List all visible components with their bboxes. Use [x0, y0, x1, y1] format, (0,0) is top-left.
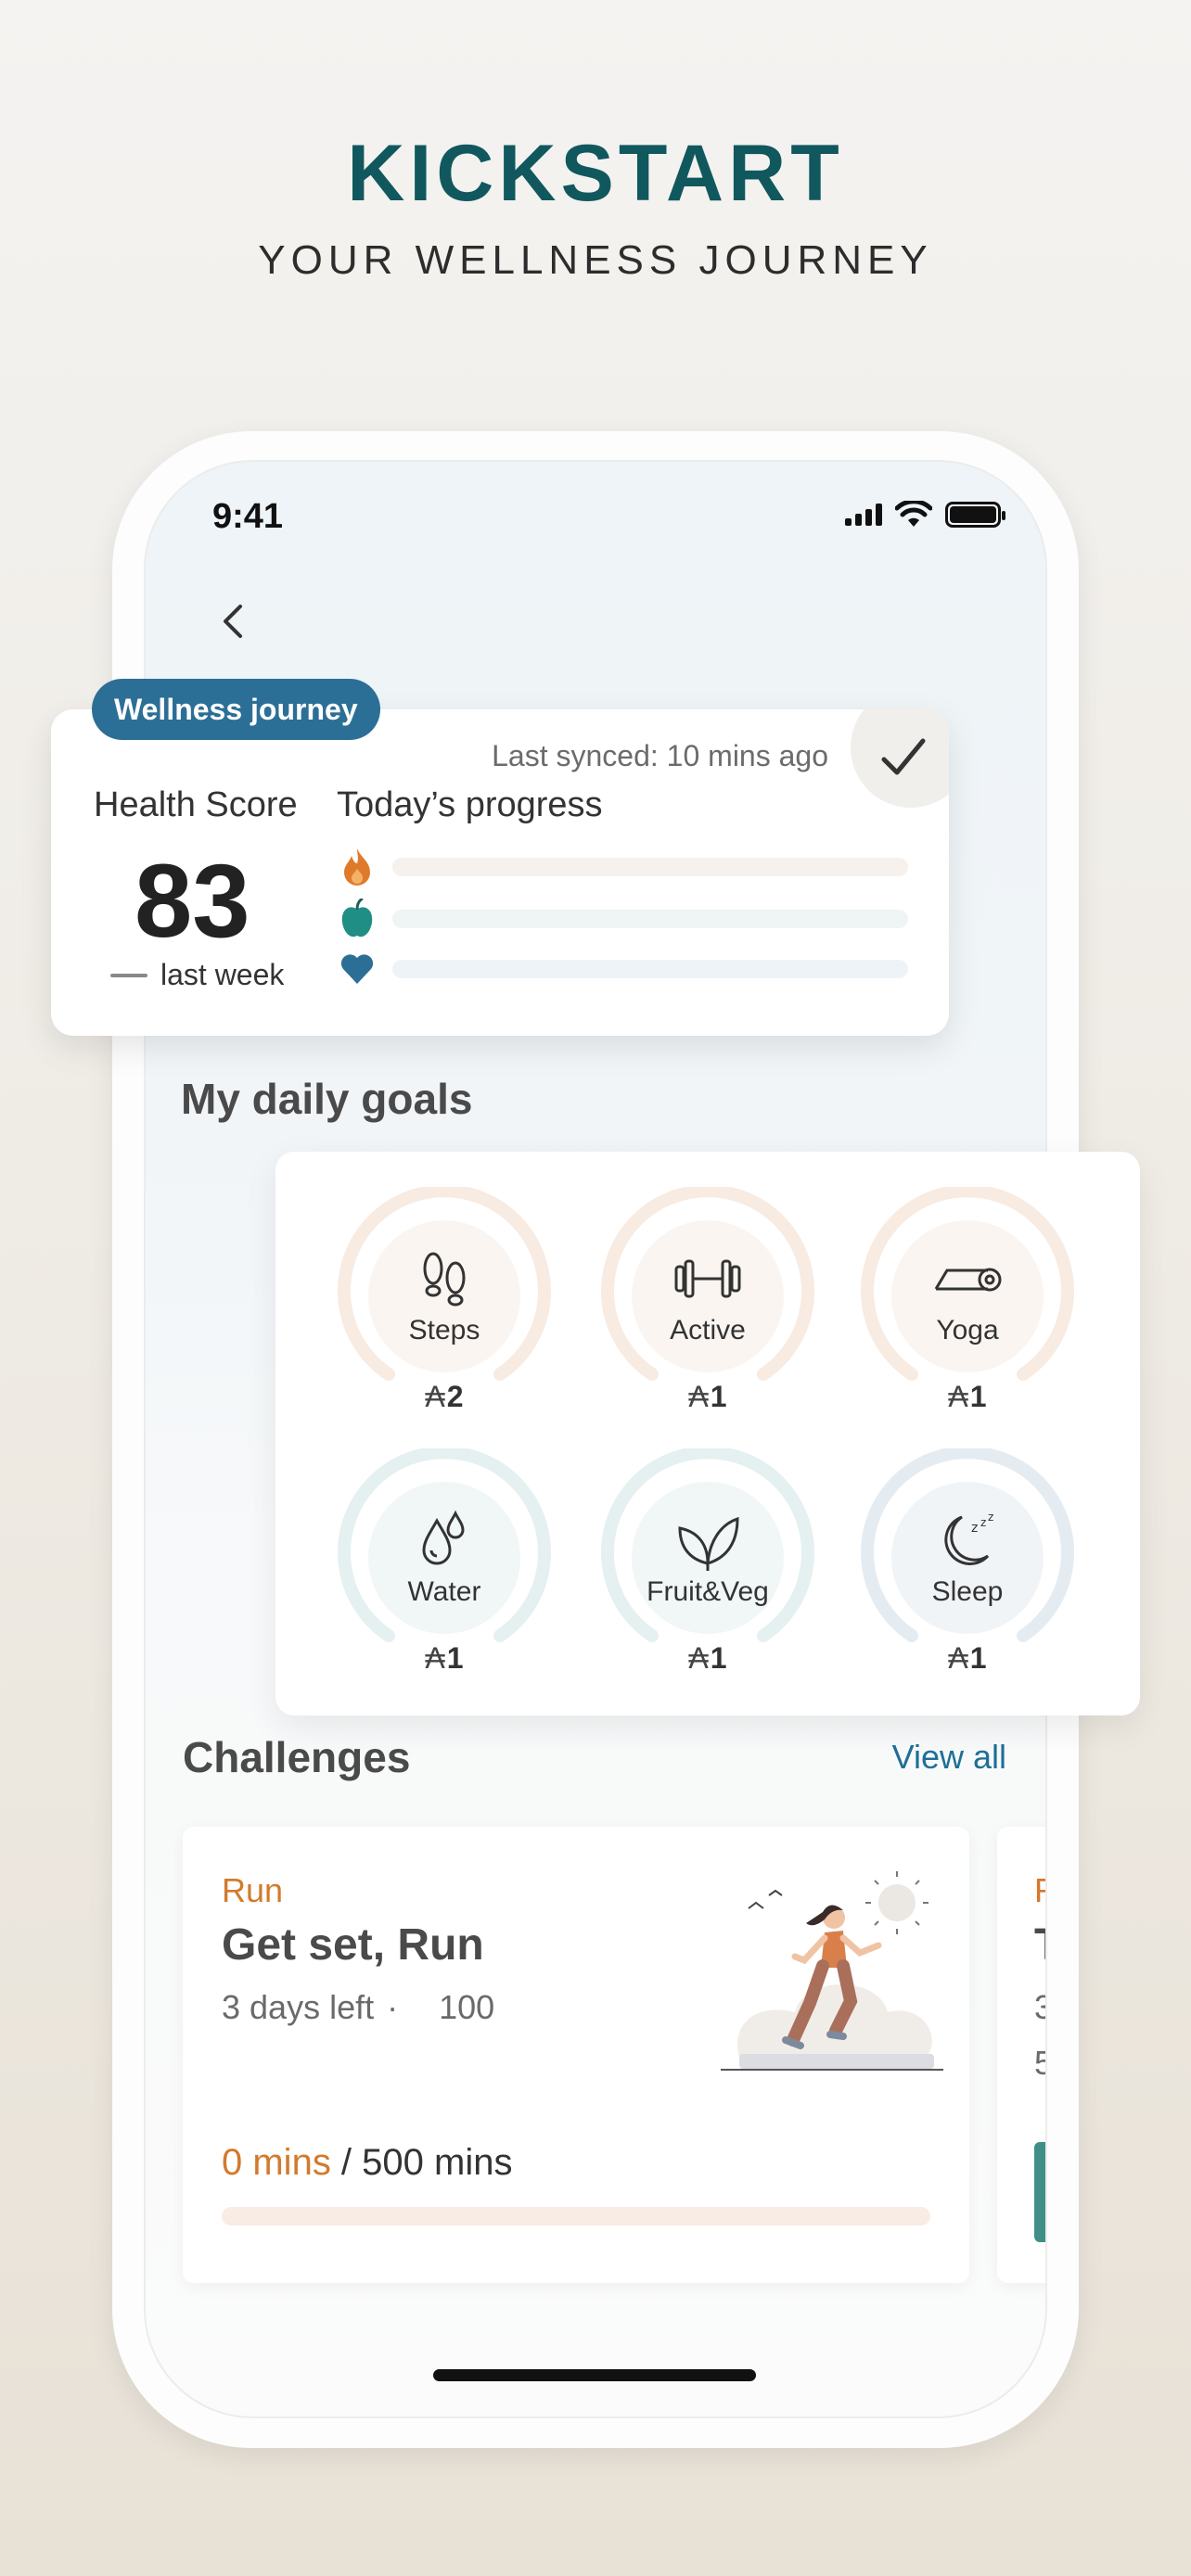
- last-synced-text: Last synced: 10 mins ago: [492, 739, 828, 772]
- goal-yoga[interactable]: Yoga ₳1: [858, 1187, 1077, 1413]
- footsteps-icon: [423, 1252, 466, 1307]
- svg-text:z: z: [988, 1511, 993, 1524]
- peek-meta-2: 5: [1034, 2044, 1045, 2083]
- goal-points-symbol: ₳: [948, 1641, 968, 1675]
- goal-label: Sleep: [931, 1576, 1004, 1607]
- wifi-icon: [895, 501, 932, 527]
- moon-zzz-icon: zzz: [944, 1511, 993, 1565]
- dumbbell-icon: [674, 1259, 741, 1298]
- water-drops-icon: [422, 1510, 465, 1565]
- goal-label: Steps: [408, 1315, 480, 1345]
- goal-fruit-veg[interactable]: Fruit&Veg ₳1: [598, 1448, 817, 1675]
- status-time: 9:41: [212, 497, 284, 536]
- peek-meta: 3: [1034, 1988, 1045, 2027]
- progress-row-heart: [339, 950, 908, 988]
- goal-count: ₳1: [858, 1641, 1077, 1676]
- peek-title: T: [1034, 1919, 1045, 1970]
- goal-label: Yoga: [936, 1315, 999, 1345]
- challenge-title: Get set, Run: [222, 1920, 484, 1970]
- flame-icon: [344, 848, 370, 886]
- health-score-label: Health Score: [94, 785, 298, 824]
- goal-count-value: 1: [969, 1641, 987, 1675]
- challenge-points: 100: [439, 1988, 495, 2026]
- challenge-meta: 3 days left · 100: [222, 1988, 494, 2027]
- goal-count-value: 2: [446, 1380, 464, 1413]
- health-score-value: 83: [134, 843, 250, 959]
- trend-text: last week: [160, 958, 285, 991]
- calories-progress-bar: [392, 858, 908, 876]
- sync-status: [851, 709, 949, 808]
- health-score-trend: last week: [110, 958, 284, 992]
- challenge-card-peek[interactable]: R T 3 5: [997, 1827, 1045, 2283]
- wellness-journey-badge: Wellness journey: [92, 679, 380, 740]
- cellular-signal-icon: [845, 504, 882, 526]
- challenge-progress-text: 0 mins / 500 mins: [222, 2142, 512, 2184]
- hero-subtitle: YOUR WELLNESS JOURNEY: [258, 237, 933, 283]
- health-score-card[interactable]: Last synced: 10 mins ago Health Score 83…: [51, 709, 949, 1036]
- hero-title: KICKSTART: [347, 129, 844, 218]
- challenges-title: Challenges: [183, 1733, 411, 1781]
- heart-icon: [340, 954, 374, 984]
- daily-goals-card: Steps ₳2 Active ₳1 Yoga ₳1 Water ₳1 Fruit&Veg ₳1 z…: [275, 1152, 1140, 1715]
- apple-icon: [341, 899, 373, 937]
- leaf-icon: [678, 1516, 739, 1571]
- goal-count: ₳1: [858, 1380, 1077, 1414]
- svg-text:z: z: [971, 1521, 978, 1536]
- heart-progress-bar: [392, 960, 908, 978]
- goal-points-symbol: ₳: [688, 1641, 709, 1675]
- battery-icon: [945, 502, 1005, 528]
- home-indicator: [433, 2369, 756, 2381]
- peek-type: R: [1034, 1871, 1045, 1910]
- goal-points-symbol: ₳: [948, 1380, 968, 1413]
- challenge-progress-bar: [222, 2207, 930, 2225]
- goal-water[interactable]: Water ₳1: [335, 1448, 554, 1675]
- goal-inner: Water: [368, 1482, 520, 1634]
- goal-steps[interactable]: Steps ₳2: [335, 1187, 554, 1413]
- goal-count-value: 1: [710, 1641, 727, 1675]
- goal-sleep[interactable]: z z z Sleep ₳1: [858, 1448, 1077, 1675]
- challenge-type: Run: [222, 1871, 284, 1909]
- goal-count-value: 1: [969, 1380, 987, 1413]
- goal-active[interactable]: Active ₳1: [598, 1187, 817, 1413]
- goal-count: ₳1: [335, 1641, 554, 1676]
- svg-text:z: z: [980, 1516, 986, 1529]
- nutrition-progress-bar: [392, 910, 908, 928]
- goal-count: ₳2: [335, 1380, 554, 1414]
- goal-count-value: 1: [446, 1641, 464, 1675]
- meta-separator: ·: [387, 1988, 399, 2026]
- goal-inner: Active: [632, 1220, 784, 1372]
- goal-label: Water: [407, 1576, 481, 1607]
- goal-count: ₳1: [598, 1380, 817, 1414]
- goal-label: Active: [670, 1315, 746, 1345]
- todays-progress-label: Today’s progress: [337, 785, 603, 824]
- runner-illustration: [721, 1871, 943, 2071]
- daily-goals-title: My daily goals: [181, 1075, 473, 1123]
- no-change-dash-icon: [110, 973, 147, 977]
- checkmark-icon: [881, 738, 926, 775]
- days-left: 3 days left: [222, 1988, 375, 2026]
- goal-inner: z z z Sleep: [891, 1482, 1044, 1634]
- progress-row-nutrition: [339, 899, 908, 939]
- challenge-card[interactable]: Run Get set, Run 3 days left · 100 0 min…: [183, 1827, 969, 2283]
- goal-count-value: 1: [710, 1380, 727, 1413]
- peek-button: [1034, 2142, 1045, 2242]
- goal-points-symbol: ₳: [688, 1380, 709, 1413]
- progress-total: / 500 mins: [330, 2142, 513, 2183]
- yoga-mat-icon: [934, 1268, 1002, 1292]
- back-chevron-icon[interactable]: [212, 599, 257, 644]
- goal-inner: Steps: [368, 1220, 520, 1372]
- goal-inner: Yoga: [891, 1220, 1044, 1372]
- progress-row-calories: [339, 847, 908, 887]
- goal-points-symbol: ₳: [425, 1380, 445, 1413]
- goal-inner: Fruit&Veg: [632, 1482, 784, 1634]
- progress-done: 0 mins: [222, 2142, 331, 2183]
- goal-points-symbol: ₳: [425, 1641, 445, 1675]
- status-icons: [845, 501, 1005, 529]
- goal-label: Fruit&Veg: [647, 1576, 769, 1607]
- view-all-link[interactable]: View all: [892, 1738, 1006, 1777]
- goal-count: ₳1: [598, 1641, 817, 1676]
